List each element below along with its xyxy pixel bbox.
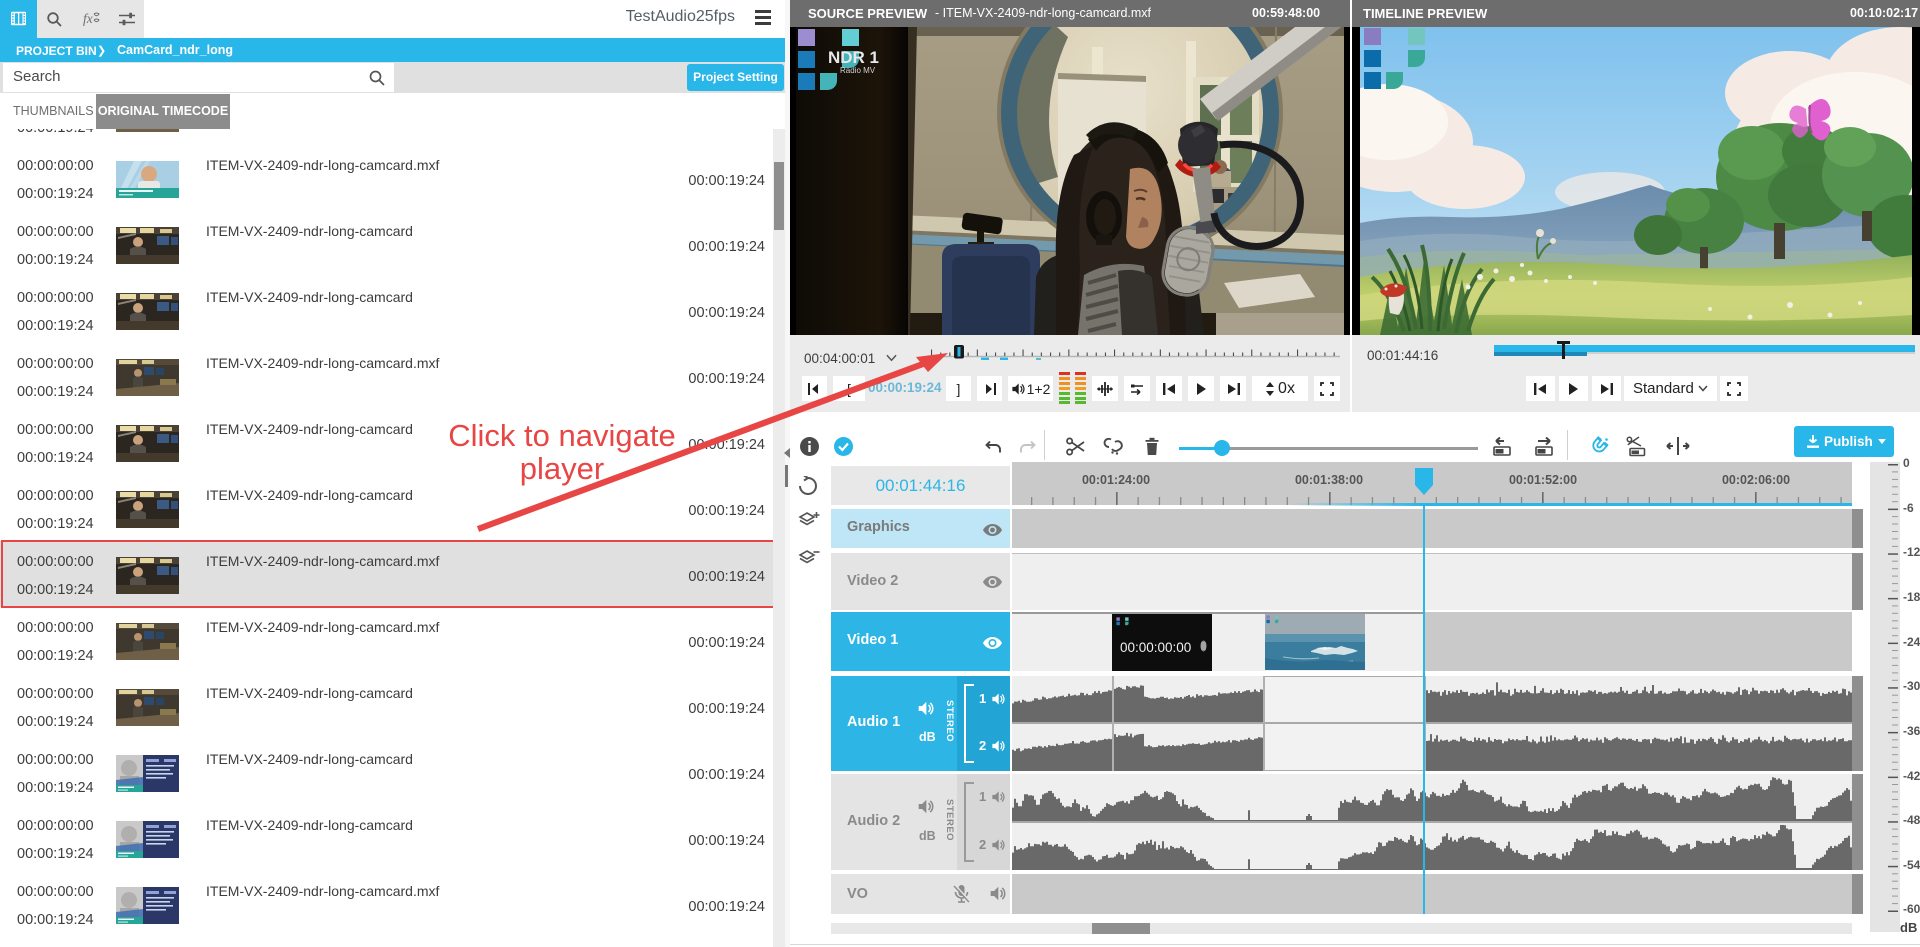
svg-text:fx: fx	[83, 11, 93, 26]
svg-text:Radio MV: Radio MV	[840, 66, 876, 75]
svg-text:NDR 1: NDR 1	[828, 48, 879, 67]
